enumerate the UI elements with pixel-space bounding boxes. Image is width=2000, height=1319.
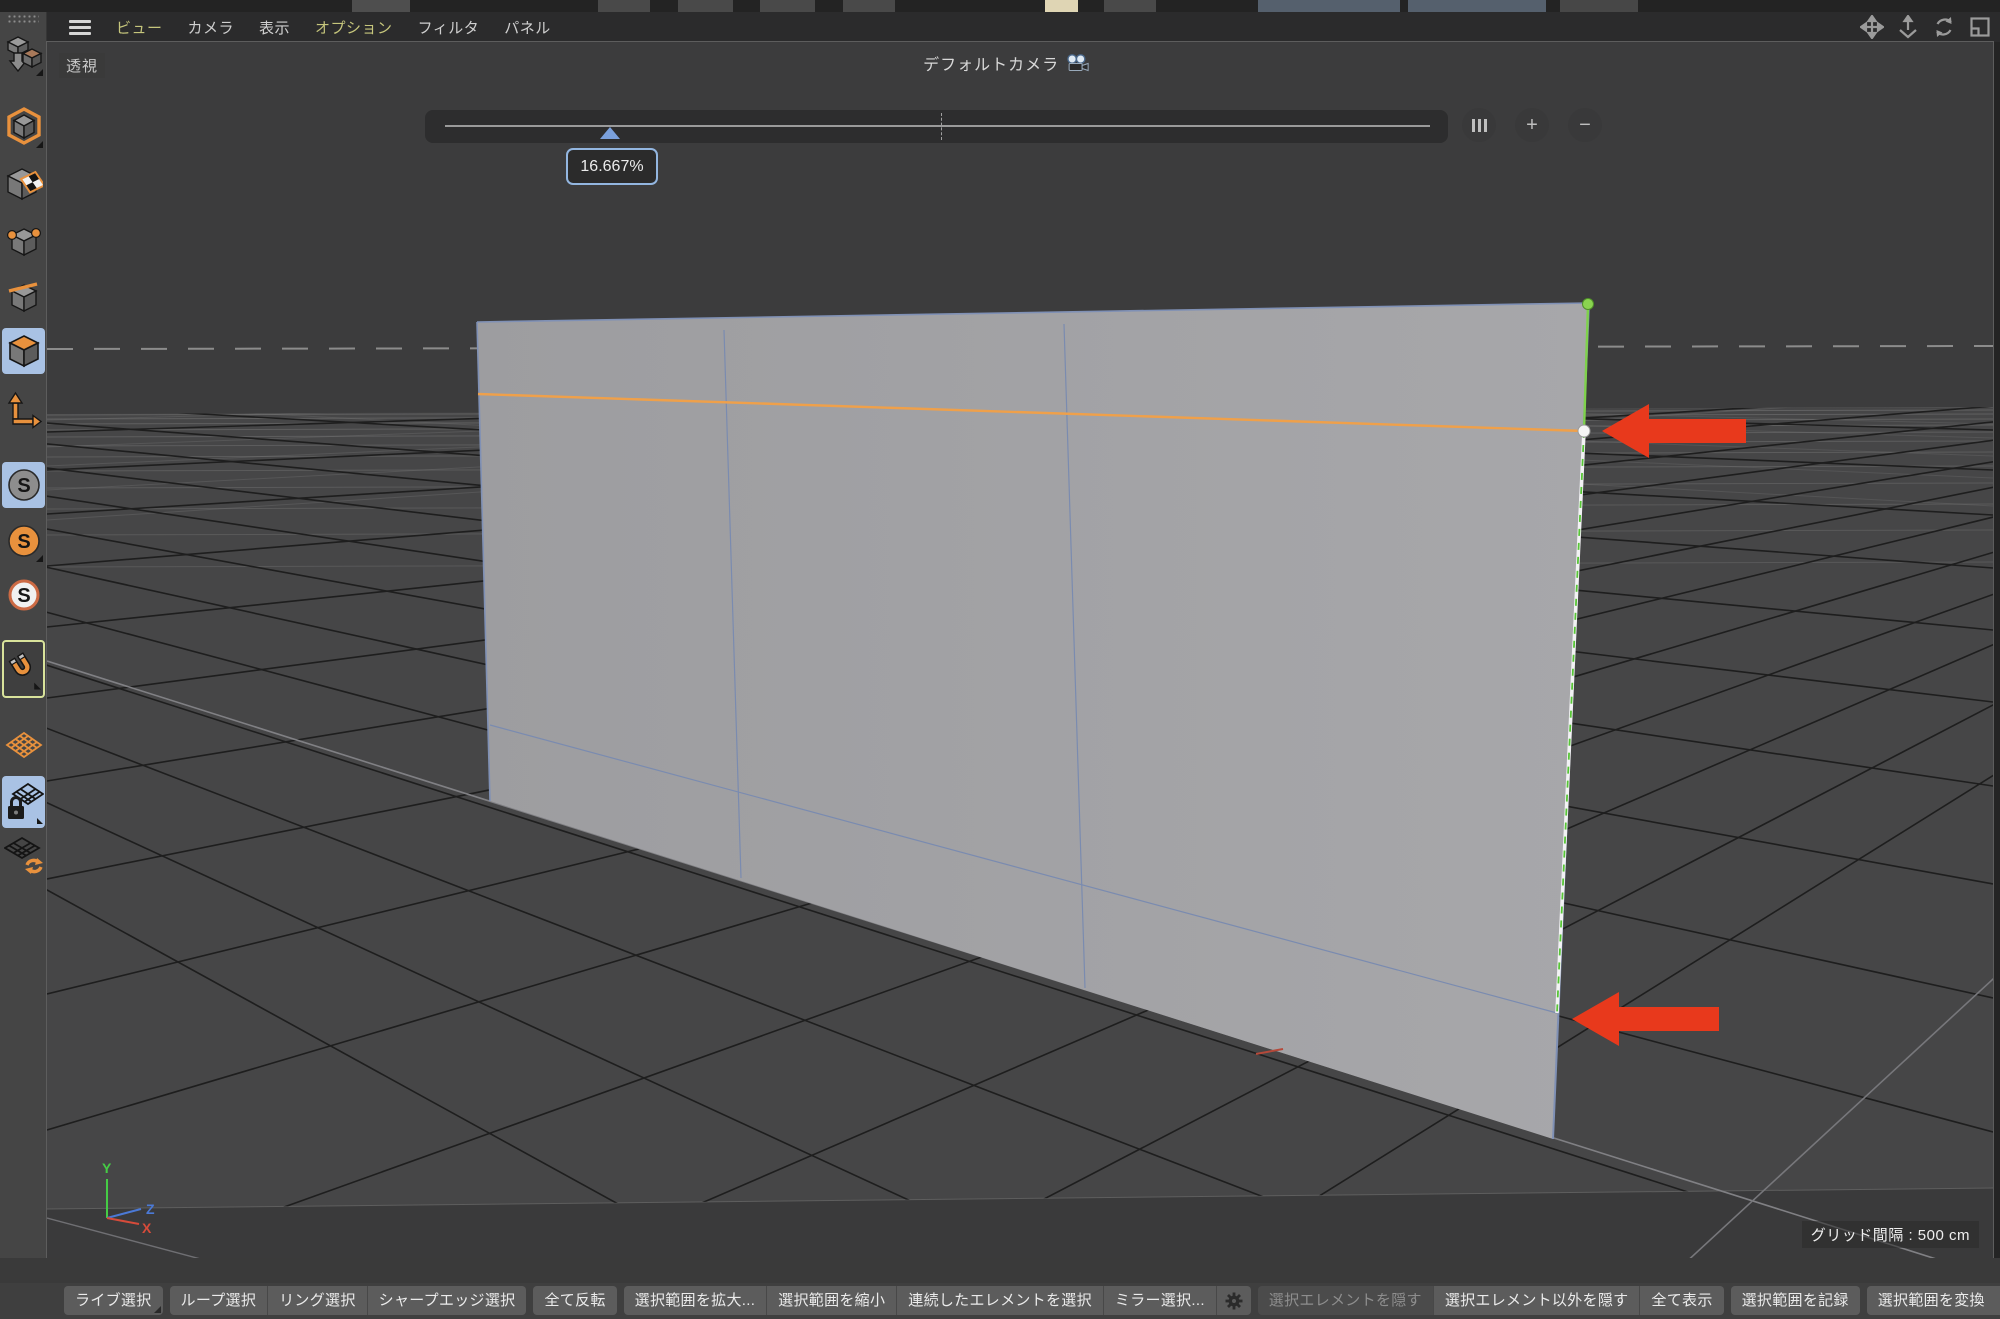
solo-off-icon: S: [5, 465, 43, 505]
mode-toolbar: S S S: [0, 12, 47, 1283]
columns-icon: [1472, 119, 1487, 132]
tool-make-editable[interactable]: [2, 32, 45, 78]
svg-text:S: S: [17, 531, 30, 553]
live-selection-button[interactable]: ライブ選択: [64, 1286, 163, 1315]
menu-options[interactable]: オプション: [315, 17, 393, 38]
tool-planar-workplane[interactable]: [2, 832, 45, 878]
vertex-white[interactable]: [1578, 425, 1590, 437]
tool-model-mode[interactable]: [2, 104, 45, 150]
pan-view-icon[interactable]: [1860, 15, 1884, 39]
point-mode-icon: [5, 223, 43, 263]
tool-edge-mode[interactable]: [2, 274, 45, 320]
menu-display[interactable]: 表示: [259, 17, 290, 38]
slider-thumb[interactable]: [600, 127, 620, 139]
ring-selection-button[interactable]: リング選択: [267, 1286, 367, 1315]
texture-mode-icon: [5, 166, 43, 206]
grow-selection-button[interactable]: 選択範囲を拡大...: [624, 1286, 767, 1315]
perspective-viewport[interactable]: Y Z X 透視 デフォルトカメラ 16.667% + − グリッド間隔 : 5…: [47, 42, 1993, 1258]
solo-hierarchy-icon: S: [5, 575, 43, 615]
camera-name-label: デフォルトカメラ: [923, 51, 1059, 75]
menu-filter[interactable]: フィルタ: [418, 17, 480, 38]
gear-icon: [1225, 1292, 1243, 1310]
vertex-green[interactable]: [1583, 299, 1594, 310]
tool-workplane[interactable]: [2, 722, 45, 768]
tool-polygon-mode[interactable]: [2, 328, 45, 374]
svg-text:S: S: [17, 475, 30, 497]
tool-point-mode[interactable]: [2, 220, 45, 266]
tool-solo-single[interactable]: S: [2, 518, 45, 564]
unhide-all-button[interactable]: 全て表示: [1639, 1286, 1723, 1315]
magnet-icon: [4, 647, 43, 691]
menu-view[interactable]: ビュー: [116, 17, 163, 38]
hamburger-menu-icon[interactable]: [69, 17, 91, 38]
flyout-indicator: [36, 141, 43, 148]
tool-solo-off[interactable]: S: [2, 462, 45, 508]
flyout-indicator: [154, 1306, 161, 1313]
menu-panel[interactable]: パネル: [504, 17, 551, 38]
slider-value: 16.667%: [580, 158, 643, 176]
flyout-indicator: [36, 69, 43, 76]
zoom-in-button[interactable]: +: [1515, 108, 1549, 142]
clipped-toolbar-strip: [0, 0, 2000, 12]
viewport-menu-bar: ビュー カメラ 表示 オプション フィルタ パネル: [47, 12, 2000, 42]
lock-workplane-icon: [4, 780, 44, 824]
sharp-edge-selection-button[interactable]: シャープエッジ選択: [367, 1286, 527, 1315]
hide-unselected-button[interactable]: 選択エレメント以外を隠す: [1433, 1286, 1640, 1315]
status-strip: [0, 1258, 2000, 1283]
tool-snap[interactable]: [2, 640, 45, 698]
toolbar-drag-handle[interactable]: [7, 14, 39, 23]
slider-track[interactable]: [445, 125, 1430, 127]
timeline-zoom-slider[interactable]: [425, 110, 1448, 143]
zoom-out-button[interactable]: −: [1568, 108, 1602, 142]
svg-text:S: S: [17, 585, 30, 607]
tool-lock-workplane[interactable]: [2, 776, 45, 828]
shrink-selection-button[interactable]: 選択範囲を縮小: [766, 1286, 896, 1315]
convert-selection-button[interactable]: 選択範囲を変換: [1867, 1286, 2000, 1315]
slider-center-mark: [941, 113, 942, 140]
plus-icon: +: [1526, 115, 1538, 135]
minus-icon: −: [1579, 115, 1591, 135]
tool-enable-axis[interactable]: [2, 388, 45, 434]
axis-x-label: X: [142, 1220, 152, 1236]
menu-camera[interactable]: カメラ: [188, 17, 235, 38]
panel-toggle-button[interactable]: [1462, 108, 1496, 142]
grid-spacing-status: グリッド間隔 : 500 cm: [1802, 1221, 1979, 1248]
mirror-selection-settings[interactable]: [1216, 1286, 1251, 1315]
tool-solo-hierarchy[interactable]: S: [2, 572, 45, 618]
movie-camera-icon: [1066, 54, 1090, 72]
loop-selection-button[interactable]: ループ選択: [170, 1286, 268, 1315]
enable-axis-icon: [5, 391, 43, 431]
store-selection-button[interactable]: 選択範囲を記録: [1731, 1286, 1860, 1315]
select-connected-button[interactable]: 連続したエレメントを選択: [896, 1286, 1103, 1315]
slider-value-tooltip: 16.667%: [566, 148, 658, 185]
planar-workplane-icon: [4, 834, 44, 876]
flyout-indicator: [36, 555, 43, 562]
polygon-mode-icon: [5, 331, 43, 371]
rotate-view-icon[interactable]: [1932, 15, 1956, 39]
tool-texture-mode[interactable]: [2, 163, 45, 209]
mirror-selection-button[interactable]: ミラー選択...: [1103, 1286, 1216, 1315]
dolly-view-icon[interactable]: [1896, 15, 1920, 39]
view-type-label[interactable]: 透視: [59, 53, 105, 78]
hide-selected-button: 選択エレメントを隠す: [1258, 1286, 1433, 1315]
axis-y-label: Y: [102, 1160, 112, 1176]
viewport-scene: Y Z X: [47, 42, 1993, 1258]
axis-z-label: Z: [146, 1201, 155, 1217]
invert-all-button[interactable]: 全て反転: [533, 1286, 616, 1315]
selection-command-bar: ライブ選択 ループ選択 リング選択 シャープエッジ選択 全て反転 選択範囲を拡大…: [0, 1283, 2000, 1319]
workplane-icon: [4, 725, 44, 765]
camera-label-bar[interactable]: デフォルトカメラ: [923, 51, 1090, 75]
edge-mode-icon: [5, 277, 43, 317]
toggle-view-icon[interactable]: [1968, 15, 1992, 39]
